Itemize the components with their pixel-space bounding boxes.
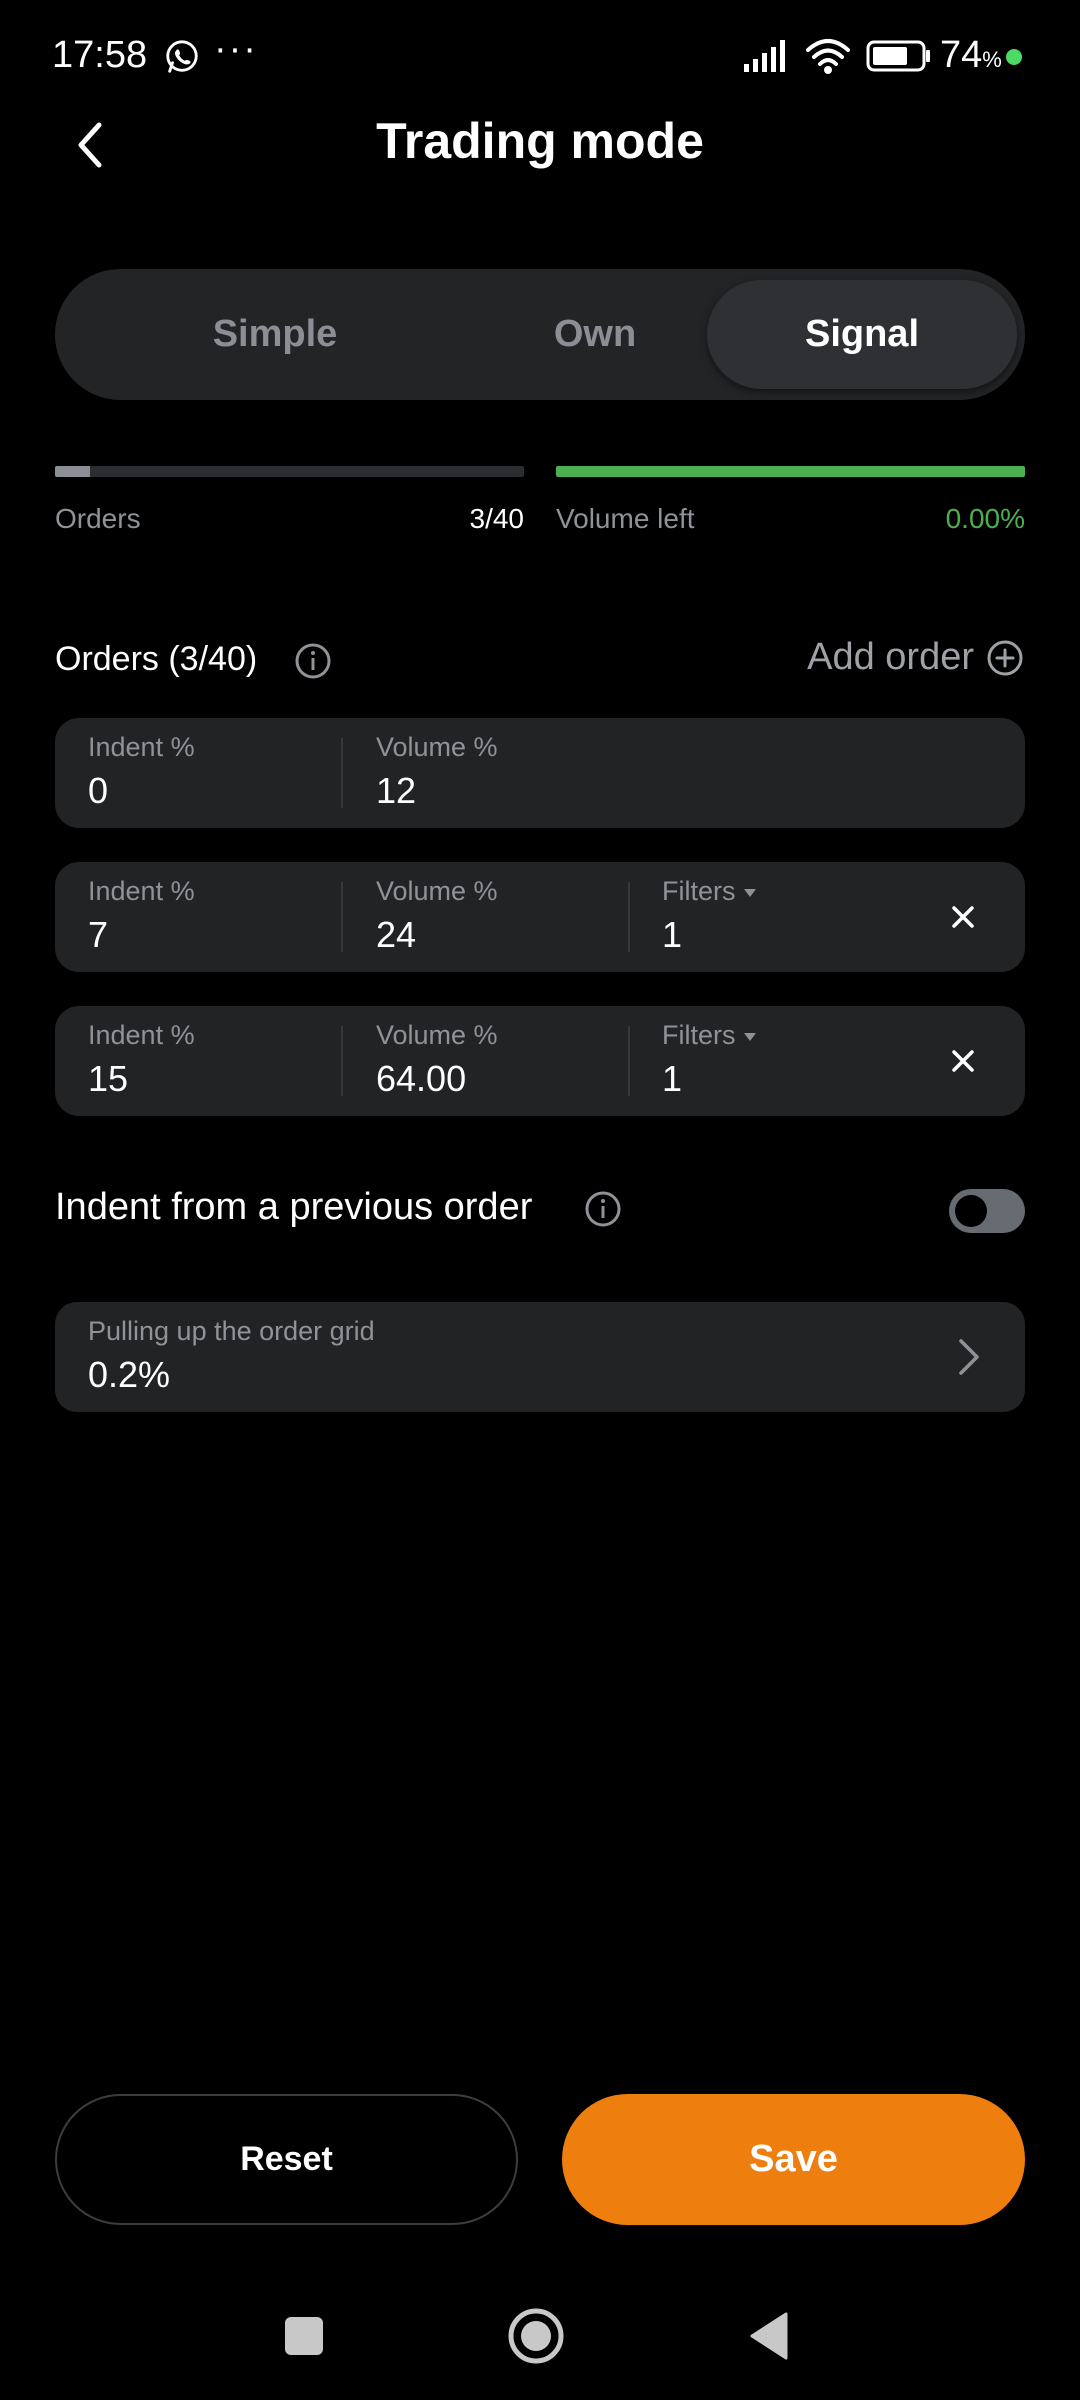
order-row: Indent % 15 Volume % 64.00 Filters 1 <box>55 1006 1025 1116</box>
info-icon[interactable] <box>294 642 332 680</box>
orders-progress-bar <box>55 466 524 477</box>
save-button[interactable]: Save <box>562 2094 1025 2225</box>
volume-progress-label: Volume left <box>556 503 695 534</box>
add-order-label: Add order <box>807 636 974 678</box>
indent-previous-label: Indent from a previous order <box>55 1186 533 1228</box>
orders-progress-label: Orders <box>55 503 141 534</box>
caret-down-icon <box>743 888 756 897</box>
volume-value: 64.00 <box>376 1058 467 1099</box>
indent-value: 7 <box>88 914 109 955</box>
status-time: 17:58 <box>52 34 148 76</box>
filters-value: 1 <box>662 1058 683 1099</box>
privacy-dot-icon <box>1006 49 1022 65</box>
more-notifications-icon: ··· <box>214 28 258 70</box>
nav-back-button[interactable] <box>746 2310 792 2362</box>
remove-order-button[interactable] <box>941 1039 985 1083</box>
reset-button[interactable]: Reset <box>55 2094 518 2225</box>
volume-progress-value: 0.00% <box>945 503 1025 534</box>
indent-value: 0 <box>88 770 109 811</box>
home-circle-icon <box>508 2308 564 2364</box>
filters-dropdown[interactable]: Filters 1 <box>629 862 879 972</box>
battery-icon <box>866 40 930 72</box>
volume-field[interactable]: Volume % 12 <box>343 718 631 828</box>
volume-field[interactable]: Volume % 24 <box>343 862 631 972</box>
caret-down-icon <box>743 1032 756 1041</box>
close-icon <box>952 1050 974 1072</box>
indent-field[interactable]: Indent % 15 <box>55 1006 343 1116</box>
volume-progress-fill <box>556 466 1025 477</box>
indent-previous-toggle[interactable] <box>949 1189 1025 1233</box>
orders-progress-value: 3/40 <box>469 503 525 534</box>
indent-label: Indent % <box>88 732 195 762</box>
tab-signal[interactable]: Signal <box>707 280 1017 389</box>
remove-order-button[interactable] <box>941 895 985 939</box>
grid-pull-label: Pulling up the order grid <box>88 1316 375 1346</box>
chevron-right-icon <box>959 1339 979 1375</box>
indent-value: 15 <box>88 1058 129 1099</box>
square-icon <box>285 2317 323 2355</box>
mode-tabs: Simple Own Signal <box>55 269 1025 400</box>
grid-pull-value: 0.2% <box>88 1354 171 1395</box>
recent-apps-button[interactable] <box>283 2315 325 2357</box>
triangle-back-icon <box>750 2312 788 2360</box>
order-row: Indent % 0 Volume % 12 <box>55 718 1025 828</box>
indent-field[interactable]: Indent % 7 <box>55 862 343 972</box>
orders-section-title: Orders (3/40) <box>55 640 258 678</box>
indent-label: Indent % <box>88 1020 195 1050</box>
status-bar: 17:58 ··· 74% <box>0 0 1080 115</box>
wifi-icon <box>806 39 850 74</box>
volume-label: Volume % <box>376 876 498 906</box>
indent-label: Indent % <box>88 876 195 906</box>
toggle-knob <box>955 1195 987 1227</box>
close-icon <box>952 906 974 928</box>
volume-field[interactable]: Volume % 64.00 <box>343 1006 631 1116</box>
volume-progress-bar <box>556 466 1025 477</box>
volume-label: Volume % <box>376 732 498 762</box>
filters-dropdown[interactable]: Filters 1 <box>629 1006 879 1116</box>
tab-simple[interactable]: Simple <box>100 269 450 400</box>
volume-value: 12 <box>376 770 417 811</box>
add-order-button[interactable]: Add order <box>807 636 1024 679</box>
indent-field[interactable]: Indent % 0 <box>55 718 343 828</box>
battery-percent: 74% <box>940 34 1002 76</box>
order-row: Indent % 7 Volume % 24 Filters 1 <box>55 862 1025 972</box>
volume-label: Volume % <box>376 1020 498 1050</box>
volume-value: 24 <box>376 914 417 955</box>
info-icon[interactable] <box>584 1190 622 1228</box>
filters-label: Filters <box>662 876 756 907</box>
order-grid-pull-row[interactable]: Pulling up the order grid 0.2% <box>55 1302 1025 1412</box>
filters-value: 1 <box>662 914 683 955</box>
orders-progress-fill <box>55 466 91 477</box>
filters-label: Filters <box>662 1020 756 1051</box>
plus-circle-icon <box>987 640 1023 675</box>
home-button[interactable] <box>507 2307 565 2365</box>
whatsapp-icon <box>166 40 198 73</box>
signal-icon <box>744 40 785 72</box>
page-title: Trading mode <box>376 113 704 169</box>
